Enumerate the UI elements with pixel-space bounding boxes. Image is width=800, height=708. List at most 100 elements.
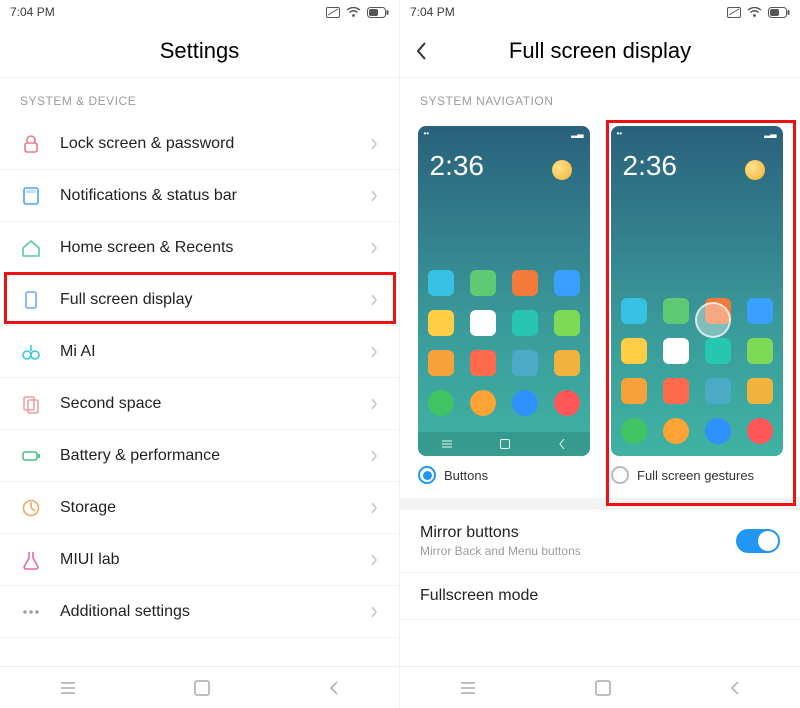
battery-icon (367, 7, 389, 18)
app-icon (512, 310, 538, 336)
back-button[interactable] (414, 24, 428, 77)
full-screen-display-pane: 7:04 PM Full screen display SYSTEM NAVIG… (400, 0, 800, 708)
preview-recents-icon (440, 439, 454, 449)
app-icon (554, 350, 580, 376)
app-icon (554, 390, 580, 416)
chevron-right-icon (369, 345, 379, 359)
recents-button[interactable] (458, 680, 478, 696)
app-icon (747, 418, 773, 444)
system-nav-bar (400, 666, 800, 708)
app-icon (554, 310, 580, 336)
chevron-right-icon (369, 137, 379, 151)
mirror-buttons-toggle[interactable] (736, 529, 780, 553)
app-icon (554, 270, 580, 296)
home-button[interactable] (193, 679, 211, 697)
settings-row-label: Storage (60, 499, 369, 517)
settings-row-label: Lock screen & password (60, 135, 369, 153)
page-title: Settings (160, 38, 240, 64)
home-button[interactable] (594, 679, 612, 697)
recents-button[interactable] (58, 680, 78, 696)
chevron-right-icon (369, 189, 379, 203)
lock-icon (20, 133, 60, 155)
settings-row-label: Mi AI (60, 343, 369, 361)
phone-preview-gestures: ••▂▃ 2:36 (611, 126, 783, 456)
sun-icon (552, 160, 572, 180)
settings-row-label: Home screen & Recents (60, 239, 369, 257)
app-icon (428, 390, 454, 416)
settings-row-label: Additional settings (60, 603, 369, 621)
app-icon (663, 298, 689, 324)
more-icon (20, 601, 60, 623)
settings-row-screen[interactable]: Full screen display (0, 274, 399, 326)
app-icon (428, 310, 454, 336)
fullscreen-mode-title: Fullscreen mode (420, 587, 780, 605)
back-button[interactable] (728, 680, 742, 696)
settings-row-label: Notifications & status bar (60, 187, 369, 205)
settings-row-lab[interactable]: MIUI lab (0, 534, 399, 586)
miai-icon (20, 341, 60, 363)
status-bar: 7:04 PM (0, 0, 399, 24)
settings-row-label: Second space (60, 395, 369, 413)
app-icon (747, 338, 773, 364)
chevron-right-icon (369, 449, 379, 463)
settings-row-home[interactable]: Home screen & Recents (0, 222, 399, 274)
section-label: SYSTEM NAVIGATION (400, 78, 800, 118)
app-icon (663, 418, 689, 444)
chevron-right-icon (369, 553, 379, 567)
preview-back-icon (557, 438, 567, 450)
battery-icon (768, 7, 790, 18)
no-sim-icon (326, 7, 340, 18)
option-buttons-card[interactable]: ••▂▃ 2:36 Buttons (414, 126, 593, 488)
battery-icon (20, 445, 60, 467)
settings-row-more[interactable]: Additional settings (0, 586, 399, 638)
settings-row-miai[interactable]: Mi AI (0, 326, 399, 378)
app-icon (512, 350, 538, 376)
phone-preview-buttons: ••▂▃ 2:36 (418, 126, 590, 456)
settings-row-label: MIUI lab (60, 551, 369, 569)
app-icon (470, 350, 496, 376)
back-button[interactable] (327, 680, 341, 696)
mirror-buttons-row[interactable]: Mirror buttons Mirror Back and Menu butt… (400, 510, 800, 573)
mirror-buttons-title: Mirror buttons (420, 524, 736, 542)
settings-row-second[interactable]: Second space (0, 378, 399, 430)
app-icon (663, 338, 689, 364)
app-icon (470, 310, 496, 336)
app-icon (621, 298, 647, 324)
radio-buttons[interactable] (418, 466, 436, 484)
settings-pane: 7:04 PM Settings SYSTEM & DEVICE Lock sc… (0, 0, 400, 708)
chevron-right-icon (369, 605, 379, 619)
preview-nav-bar (418, 432, 590, 456)
app-icon (621, 378, 647, 404)
page-title: Full screen display (509, 38, 691, 64)
app-icon (621, 338, 647, 364)
header: Full screen display (400, 24, 800, 78)
app-icon (705, 418, 731, 444)
chevron-right-icon (369, 241, 379, 255)
app-icon (705, 378, 731, 404)
status-time: 7:04 PM (410, 5, 455, 19)
navigation-options: ••▂▃ 2:36 Buttons (400, 118, 800, 498)
settings-row-battery[interactable]: Battery & performance (0, 430, 399, 482)
radio-gestures[interactable] (611, 466, 629, 484)
lab-icon (20, 549, 60, 571)
radio-buttons-label: Buttons (444, 468, 488, 483)
screen-icon (20, 289, 60, 311)
mirror-buttons-subtitle: Mirror Back and Menu buttons (420, 544, 736, 558)
app-icon (512, 270, 538, 296)
status-bar: 7:04 PM (400, 0, 800, 24)
status-time: 7:04 PM (10, 5, 55, 19)
settings-row-label: Full screen display (60, 291, 369, 309)
option-gestures-card[interactable]: ••▂▃ 2:36 Full screen gestures (607, 126, 786, 488)
app-icon (470, 390, 496, 416)
header: Settings (0, 24, 399, 78)
fullscreen-mode-row[interactable]: Fullscreen mode (400, 573, 800, 620)
chevron-right-icon (369, 501, 379, 515)
settings-row-storage[interactable]: Storage (0, 482, 399, 534)
chevron-right-icon (369, 397, 379, 411)
home-icon (20, 237, 60, 259)
divider (400, 498, 800, 510)
settings-row-notif[interactable]: Notifications & status bar (0, 170, 399, 222)
section-label: SYSTEM & DEVICE (0, 78, 399, 118)
settings-row-lock[interactable]: Lock screen & password (0, 118, 399, 170)
app-icon (470, 270, 496, 296)
